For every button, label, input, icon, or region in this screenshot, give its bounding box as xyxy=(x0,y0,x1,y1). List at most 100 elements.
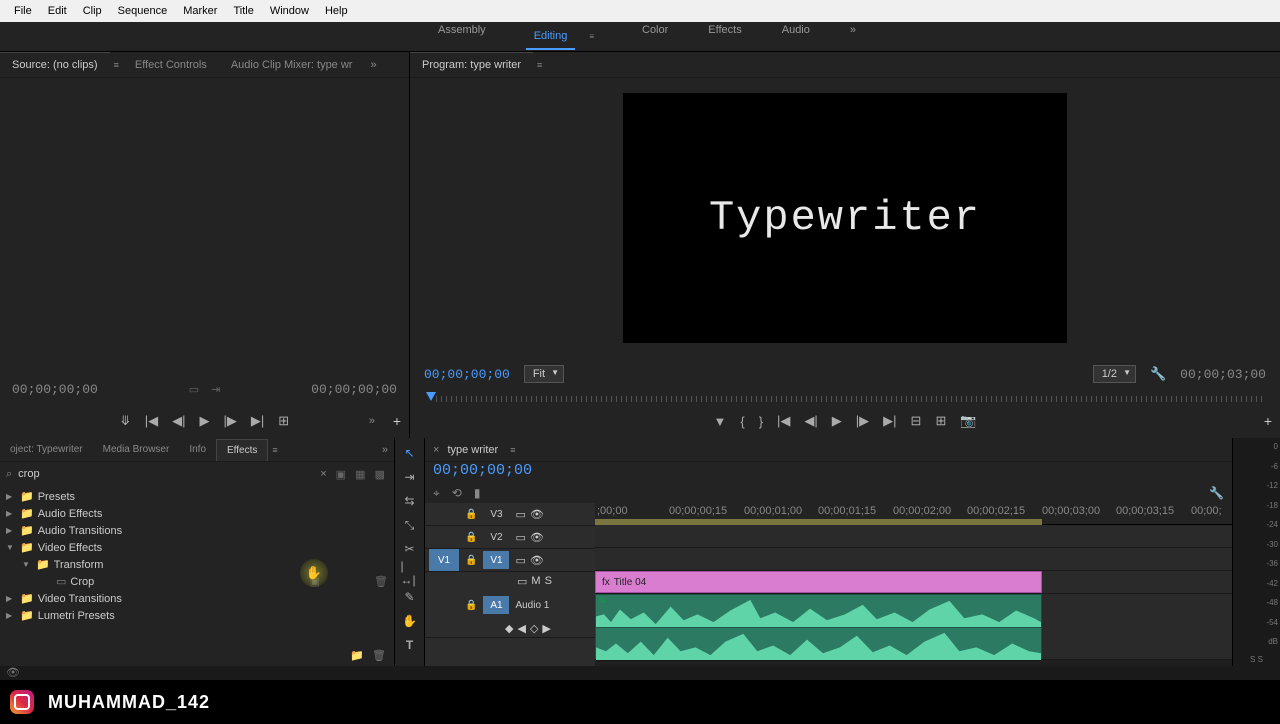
menu-marker[interactable]: Marker xyxy=(175,1,225,21)
menu-sequence[interactable]: Sequence xyxy=(110,1,176,21)
workspace-assembly[interactable]: Assembly xyxy=(430,18,494,56)
mark-in-icon[interactable]: ⤋ xyxy=(120,413,131,429)
slip-tool-icon[interactable]: |↔| xyxy=(401,564,419,582)
track-header-v1[interactable]: V1🔒V1 ▭👁 xyxy=(425,549,595,572)
goto-out-icon[interactable]: ▶| xyxy=(251,413,264,429)
effects-overflow-icon[interactable]: » xyxy=(376,444,394,456)
effect-crop[interactable]: ▭Crop▣🗑 xyxy=(0,573,394,590)
menu-title[interactable]: Title xyxy=(225,1,261,21)
razor-tool-icon[interactable]: ✂ xyxy=(401,540,419,558)
mark-in-icon[interactable]: { xyxy=(740,414,744,429)
settings-icon[interactable]: 🔧 xyxy=(1209,486,1224,500)
menu-help[interactable]: Help xyxy=(317,1,356,21)
workspace-audio[interactable]: Audio xyxy=(774,18,818,56)
track-a1-lane[interactable]: fx xyxy=(595,594,1232,660)
yuv-filter-icon[interactable]: ▩ xyxy=(372,469,388,481)
add-button-icon[interactable]: + xyxy=(393,413,401,429)
linked-selection-icon[interactable]: ⟲ xyxy=(452,486,462,500)
tab-effects[interactable]: Effects xyxy=(216,439,268,461)
effects-search-input[interactable] xyxy=(18,468,314,480)
program-ruler[interactable] xyxy=(424,390,1266,404)
tab-project[interactable]: oject: Typewriter xyxy=(0,439,93,460)
track-header-v3[interactable]: 🔒V3 ▭👁 xyxy=(425,503,595,526)
tab-audio-mixer[interactable]: Audio Clip Mixer: type wr xyxy=(219,53,365,77)
goto-in-icon[interactable]: |◀ xyxy=(145,413,158,429)
goto-out-icon[interactable]: ▶| xyxy=(883,413,896,429)
source-tabs-overflow[interactable]: » xyxy=(364,59,382,71)
program-monitor[interactable]: Typewriter xyxy=(623,93,1067,343)
mark-out-icon[interactable]: } xyxy=(759,414,763,429)
workspace-color[interactable]: Color xyxy=(634,18,676,56)
visibility-icon[interactable]: 👁 xyxy=(6,667,20,679)
lift-icon[interactable]: ⊟ xyxy=(911,413,922,429)
workspace-effects[interactable]: Effects xyxy=(700,18,749,56)
clip-audio[interactable]: fx xyxy=(595,594,1042,659)
folder-transform[interactable]: ▼📁Transform xyxy=(0,556,394,573)
snap-icon[interactable]: ⌖ xyxy=(433,486,440,501)
export-frame-icon[interactable]: 📷 xyxy=(960,413,976,429)
tab-effect-controls[interactable]: Effect Controls xyxy=(123,53,219,77)
program-timecode[interactable]: 00;00;00;00 xyxy=(424,367,510,382)
ripple-tool-icon[interactable]: ⇆ xyxy=(401,492,419,510)
track-v2-lane[interactable] xyxy=(595,548,1232,571)
close-sequence-icon[interactable]: × xyxy=(433,444,439,456)
folder-video-effects[interactable]: ▼📁Video Effects xyxy=(0,539,394,556)
program-tab-menu-icon[interactable]: ≡ xyxy=(533,60,546,70)
accelerated-filter-icon[interactable]: ▣ xyxy=(333,469,349,481)
delete-icon[interactable]: 🗑 xyxy=(372,649,386,662)
timeline-timecode[interactable]: 00;00;00;00 xyxy=(433,462,532,479)
workspace-menu-icon[interactable]: ≡ xyxy=(581,26,602,47)
play-icon[interactable]: ▶ xyxy=(200,413,210,429)
settings-icon[interactable]: 🔧 xyxy=(1150,366,1166,382)
track-v1-lane[interactable]: fx Title 04 xyxy=(595,571,1232,594)
extract-icon[interactable]: ⊞ xyxy=(935,413,946,429)
track-select-tool-icon[interactable]: ⇥ xyxy=(401,468,419,486)
step-back-icon[interactable]: ◀| xyxy=(804,413,817,429)
playhead-marker-icon[interactable] xyxy=(426,392,436,401)
add-button-icon[interactable]: + xyxy=(1264,413,1272,429)
folder-audio-transitions[interactable]: ▶📁Audio Transitions xyxy=(0,522,394,539)
add-marker-icon[interactable]: ▼ xyxy=(713,414,726,429)
step-fwd-icon[interactable]: |▶ xyxy=(224,413,237,429)
timeline-content[interactable]: ;00;00 00;00;00;15 00;00;01;00 00;00;01;… xyxy=(595,503,1232,666)
menu-file[interactable]: File xyxy=(6,1,40,21)
menu-edit[interactable]: Edit xyxy=(40,1,75,21)
clip-title-04[interactable]: fx Title 04 xyxy=(595,571,1042,593)
hand-tool-icon[interactable]: ✋ xyxy=(401,612,419,630)
step-back-icon[interactable]: ◀| xyxy=(172,413,185,429)
32bit-filter-icon[interactable]: ▦ xyxy=(352,469,368,481)
marker-icon[interactable]: ▮ xyxy=(474,486,481,500)
menu-window[interactable]: Window xyxy=(262,1,317,21)
resolution-select[interactable]: 1/2 ▼ xyxy=(1093,365,1136,383)
folder-presets[interactable]: ▶📁Presets xyxy=(0,488,394,505)
folder-audio-effects[interactable]: ▶📁Audio Effects xyxy=(0,505,394,522)
workspace-overflow-icon[interactable]: » xyxy=(842,18,864,56)
insert-icon[interactable]: ⊞ xyxy=(278,413,289,429)
rate-stretch-tool-icon[interactable]: ⤡ xyxy=(401,516,419,534)
workspace-editing[interactable]: Editing xyxy=(526,24,576,50)
tab-menu-icon[interactable]: ≡ xyxy=(110,60,123,70)
timeline-ruler[interactable]: ;00;00 00;00;00;15 00;00;01;00 00;00;01;… xyxy=(595,503,1232,525)
selection-tool-icon[interactable]: ↖ xyxy=(401,444,419,462)
clear-search-icon[interactable]: × xyxy=(320,468,326,480)
zoom-select[interactable]: Fit ▼ xyxy=(524,365,564,383)
sequence-tab[interactable]: type writer xyxy=(447,444,498,456)
tab-info[interactable]: Info xyxy=(179,439,216,460)
track-header-v2[interactable]: 🔒V2 ▭👁 xyxy=(425,526,595,549)
folder-video-transitions[interactable]: ▶📁Video Transitions xyxy=(0,590,394,607)
pen-tool-icon[interactable]: ✎ xyxy=(401,588,419,606)
type-tool-icon[interactable]: T xyxy=(401,636,419,654)
tab-media-browser[interactable]: Media Browser xyxy=(93,439,180,460)
goto-in-icon[interactable]: |◀ xyxy=(777,413,790,429)
track-v3-lane[interactable] xyxy=(595,525,1232,548)
play-icon[interactable]: ▶ xyxy=(832,413,842,429)
step-fwd-icon[interactable]: |▶ xyxy=(856,413,869,429)
source-ctrl-overflow[interactable]: » xyxy=(363,415,381,427)
tab-source[interactable]: Source: (no clips) xyxy=(0,52,110,77)
tab-program[interactable]: Program: type writer xyxy=(410,52,533,77)
sequence-menu-icon[interactable]: ≡ xyxy=(506,445,519,455)
folder-lumetri-presets[interactable]: ▶📁Lumetri Presets xyxy=(0,607,394,624)
effects-menu-icon[interactable]: ≡ xyxy=(268,445,281,455)
menu-clip[interactable]: Clip xyxy=(75,1,110,21)
new-bin-icon[interactable]: 📁 xyxy=(350,649,364,662)
